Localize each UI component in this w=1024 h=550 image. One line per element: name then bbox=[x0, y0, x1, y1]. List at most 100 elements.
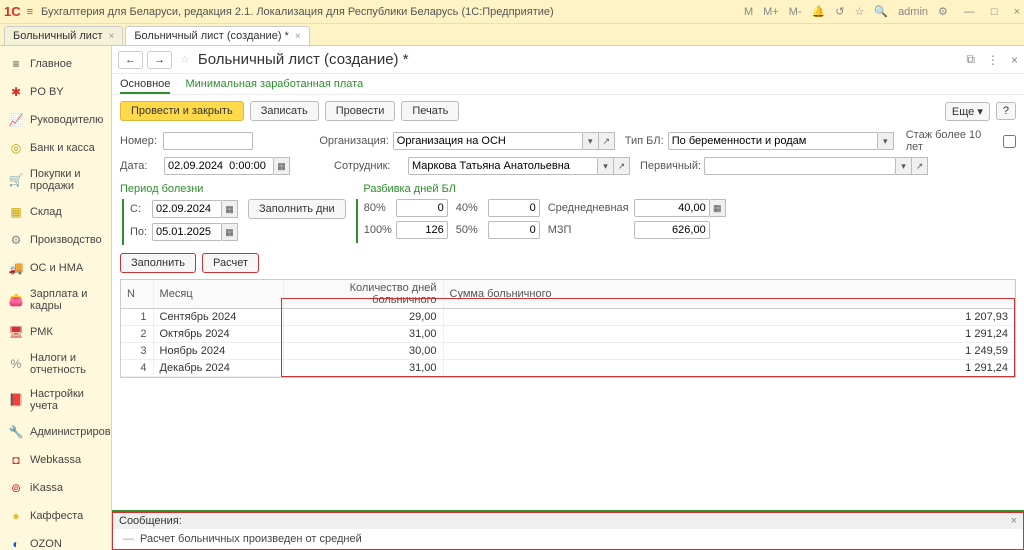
close-icon[interactable]: × bbox=[108, 31, 114, 42]
close-page-icon[interactable]: × bbox=[1011, 53, 1018, 67]
back-button[interactable]: ← bbox=[118, 51, 143, 69]
mem-m[interactable]: M bbox=[744, 6, 753, 18]
cell-n: 2 bbox=[121, 326, 153, 343]
sidebar-item-production[interactable]: ⚙Производство bbox=[0, 226, 111, 254]
message-text: Расчет больничных произведен от средней bbox=[140, 533, 362, 545]
dropdown-icon[interactable]: ▾ bbox=[896, 157, 912, 175]
number-label: Номер: bbox=[120, 135, 159, 147]
close-icon[interactable]: × bbox=[1014, 6, 1020, 18]
to-label: По: bbox=[130, 226, 148, 238]
menu-icon[interactable]: ≡ bbox=[27, 6, 33, 18]
cell-n: 1 bbox=[121, 309, 153, 326]
cell-sum: 1 249,59 bbox=[443, 343, 1015, 360]
dropdown-icon[interactable]: ▾ bbox=[598, 157, 614, 175]
star-icon[interactable]: ☆ bbox=[854, 5, 864, 18]
from-input[interactable] bbox=[152, 200, 222, 218]
table-row[interactable]: 1Сентябрь 202429,001 207,93 bbox=[121, 309, 1015, 326]
mzp-input[interactable] bbox=[634, 221, 710, 239]
sidebar-item-trade[interactable]: 🛒Покупки и продажи bbox=[0, 162, 111, 198]
sidebar-item-assets[interactable]: 🚚ОС и НМА bbox=[0, 254, 111, 282]
sidebar-item-ozon[interactable]: ◐OZON bbox=[0, 530, 111, 550]
sidebar-item-warehouse[interactable]: ▦Склад bbox=[0, 198, 111, 226]
dropdown-icon[interactable]: ▾ bbox=[878, 132, 894, 150]
avg-input[interactable] bbox=[634, 199, 710, 217]
sidebar-item-main[interactable]: ≡Главное bbox=[0, 50, 111, 78]
primary-input[interactable] bbox=[704, 157, 896, 175]
write-button[interactable]: Записать bbox=[250, 101, 319, 121]
table-row[interactable]: 2Октябрь 202431,001 291,24 bbox=[121, 326, 1015, 343]
cell-days: 31,00 bbox=[283, 326, 443, 343]
p40-input[interactable] bbox=[488, 199, 540, 217]
post-and-close-button[interactable]: Провести и закрыть bbox=[120, 101, 244, 121]
close-icon[interactable]: × bbox=[295, 31, 301, 42]
mem-mplus[interactable]: M+ bbox=[763, 6, 779, 18]
subnav-minwage[interactable]: Минимальная заработанная плата bbox=[185, 78, 363, 90]
star-icon: ✱ bbox=[8, 84, 24, 100]
calendar-icon[interactable]: ▦ bbox=[222, 200, 238, 218]
stazh-checkbox[interactable] bbox=[1003, 135, 1016, 148]
cell-days: 29,00 bbox=[283, 309, 443, 326]
link-icon[interactable]: ⧉ bbox=[966, 52, 975, 67]
dropdown-icon[interactable]: ▾ bbox=[583, 132, 599, 150]
number-input[interactable] bbox=[163, 132, 253, 150]
bell-icon[interactable]: 🔔 bbox=[812, 5, 826, 18]
search-icon[interactable]: 🔍 bbox=[874, 5, 888, 18]
tab-1[interactable]: Больничный лист (создание) * × bbox=[125, 26, 309, 45]
org-input[interactable] bbox=[393, 132, 583, 150]
sidebar-item-poby[interactable]: ✱PO BY bbox=[0, 78, 111, 106]
cell-sum: 1 291,24 bbox=[443, 360, 1015, 377]
p80-input[interactable] bbox=[396, 199, 448, 217]
settings-icon[interactable]: ⚙ bbox=[938, 5, 948, 18]
tab-0[interactable]: Больничный лист × bbox=[4, 26, 123, 45]
sidebar-item-ikassa[interactable]: ⊚iKassa bbox=[0, 474, 111, 502]
history-icon[interactable]: ↺ bbox=[835, 5, 844, 18]
print-button[interactable]: Печать bbox=[401, 101, 459, 121]
table-row[interactable]: 4Декабрь 202431,001 291,24 bbox=[121, 360, 1015, 377]
sidebar-item-rmk[interactable]: 🖥РМК bbox=[0, 318, 111, 346]
mem-mminus[interactable]: M- bbox=[789, 6, 802, 18]
calendar-icon[interactable]: ▦ bbox=[274, 157, 290, 175]
grid-icon: ▦ bbox=[8, 204, 24, 220]
type-input[interactable] bbox=[668, 132, 878, 150]
fill-button[interactable]: Заполнить bbox=[120, 253, 196, 273]
stazh-label: Стаж более 10 лет bbox=[906, 129, 999, 153]
forward-button[interactable]: → bbox=[147, 51, 172, 69]
user-name[interactable]: admin bbox=[898, 6, 928, 18]
table-row[interactable]: 3Ноябрь 202430,001 249,59 bbox=[121, 343, 1015, 360]
calc-icon[interactable]: ▦ bbox=[710, 199, 726, 217]
subnav-main[interactable]: Основное bbox=[120, 78, 170, 94]
messages-close-icon[interactable]: × bbox=[1011, 515, 1017, 527]
p100-input[interactable] bbox=[396, 221, 448, 239]
th-sum: Сумма больничного bbox=[443, 280, 1015, 309]
sidebar-item-salary[interactable]: 👛Зарплата и кадры bbox=[0, 282, 111, 318]
maximize-icon[interactable]: □ bbox=[991, 6, 998, 18]
more-button[interactable]: Еще ▾ bbox=[945, 102, 990, 121]
date-input[interactable] bbox=[164, 157, 274, 175]
calendar-icon[interactable]: ▦ bbox=[222, 223, 238, 241]
post-button[interactable]: Провести bbox=[325, 101, 396, 121]
date-label: Дата: bbox=[120, 160, 160, 172]
open-icon[interactable]: ↗ bbox=[912, 157, 928, 175]
cell-month: Декабрь 2024 bbox=[153, 360, 283, 377]
help-button[interactable]: ? bbox=[996, 102, 1016, 120]
favorite-icon[interactable]: ☆ bbox=[180, 53, 190, 66]
emp-input[interactable] bbox=[408, 157, 598, 175]
to-input[interactable] bbox=[152, 223, 222, 241]
open-icon[interactable]: ↗ bbox=[614, 157, 630, 175]
calc-button[interactable]: Расчет bbox=[202, 253, 259, 273]
sidebar-item-kaffesta[interactable]: ●Каффеста bbox=[0, 502, 111, 530]
minimize-icon[interactable]: — bbox=[964, 6, 975, 18]
open-icon[interactable]: ↗ bbox=[599, 132, 615, 150]
more-icon[interactable]: ⋮ bbox=[987, 53, 999, 67]
sidebar-item-settings[interactable]: 📕Настройки учета bbox=[0, 382, 111, 418]
sidebar-item-manager[interactable]: 📈Руководителю bbox=[0, 106, 111, 134]
sidebar-item-bank[interactable]: ◎Банк и касса bbox=[0, 134, 111, 162]
p50-input[interactable] bbox=[488, 221, 540, 239]
sidebar-item-label: Каффеста bbox=[30, 510, 83, 522]
sidebar-item-tax[interactable]: %Налоги и отчетность bbox=[0, 346, 111, 382]
sidebar-item-admin[interactable]: 🔧Администрирование bbox=[0, 418, 111, 446]
more-label: Еще bbox=[952, 106, 974, 118]
fill-days-button[interactable]: Заполнить дни bbox=[248, 199, 346, 219]
calc-buttons: Заполнить Расчет bbox=[112, 247, 1024, 279]
sidebar-item-webkassa[interactable]: ◘Webkassa bbox=[0, 446, 111, 474]
